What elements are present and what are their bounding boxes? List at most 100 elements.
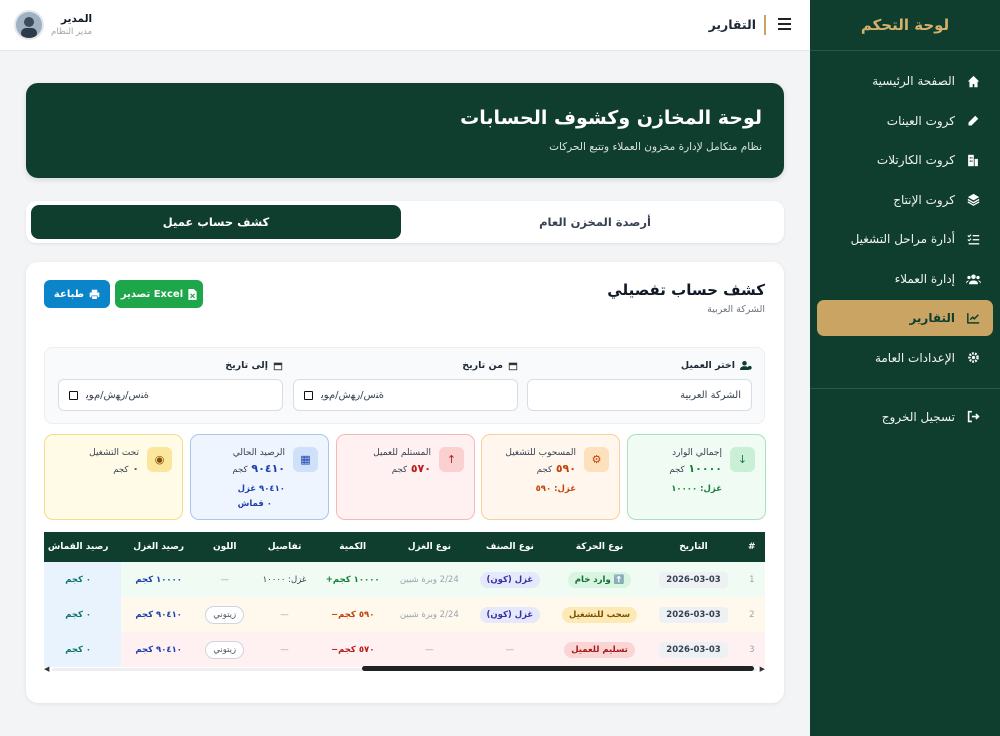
cell-details: — (253, 597, 316, 632)
table-header-row: # التاريخ نوع الحركة نوع الصنف نوع الغزل الكم… (44, 532, 765, 562)
scroll-thumb[interactable] (362, 666, 754, 671)
sidebar-item-0[interactable]: الصفحة الرئيسية (817, 63, 993, 99)
stat-label: المسحوب للتشغيل (505, 448, 576, 458)
gears-icon: ⚙ (584, 447, 609, 472)
cell-quantity: ١٠٠٠٠ كجم+ (315, 562, 390, 597)
stat-label: الرصيد الحالي (232, 448, 285, 458)
column-header[interactable]: نوع الغزل (389, 532, 470, 562)
scroll-right-icon[interactable]: ▶ (760, 665, 765, 673)
table-row[interactable]: 1 2026-03-03 ⬆️ وارد خام غزل (كون) 2/24 وبرة… (44, 562, 765, 597)
client-select-value: الشركة العربية (680, 389, 741, 401)
client-filter-label: اختر العميل (681, 360, 752, 371)
statement-table-wrap: # التاريخ نوع الحركة نوع الصنف نوع الغزل الكم… (44, 532, 765, 670)
hero-title: لوحة المخازن وكشوف الحسابات (460, 107, 762, 129)
report-tabs: كشف حساب عميل أرصدة المخزن العام (26, 201, 784, 243)
calendar-icon (273, 362, 283, 370)
stat-value: ١٠٠٠٠ كجم (669, 462, 722, 475)
table-row[interactable]: 3 2026-03-03 تسليم للعميل — —٥٧٠ كجم− — زيتوني… (44, 632, 765, 667)
scroll-left-icon[interactable]: ◀ (44, 665, 49, 673)
calendar-picker-icon[interactable] (304, 390, 313, 400)
menu-toggle-button[interactable] (778, 16, 792, 32)
stat-label: المستلم للعميل (373, 448, 431, 458)
cell-movement: سحب للتشغيل (550, 597, 649, 632)
column-header[interactable]: # (738, 532, 765, 562)
stat-card-3: ▦ الرصيد الحالي ٩٠٤١٠ كجم ٩٠٤١٠ غزل ٠ قماش (190, 434, 329, 520)
logout-label: تسجيل الخروج (881, 409, 955, 424)
hamburger-icon (778, 18, 791, 30)
cell-quantity: ٥٩٠ كجم− (315, 597, 390, 632)
cell-yarn-type: — (389, 632, 470, 667)
stat-label: إجمالي الوارد (672, 448, 722, 458)
sidebar-item-label: التقارير (909, 311, 955, 325)
table-horizontal-scrollbar[interactable]: ◀ ▶ (44, 665, 765, 673)
stat-value: ٥٩٠ كجم (536, 462, 576, 475)
cell-quantity: ٥٧٠ كجم− (315, 632, 390, 667)
to-date-label: إلى تاريخ (225, 360, 283, 371)
sidebar-item-7[interactable]: الإعدادات العامة (817, 340, 993, 376)
sidebar-item-5[interactable]: إدارة العملاء (817, 261, 993, 297)
stat-card-2: ↑ المستلم للعميل ٥٧٠ كجم (336, 434, 475, 520)
chart-line-icon (965, 310, 981, 326)
hero-subtitle: نظام متكامل لإدارة مخزون العملاء وتتبع ا… (549, 141, 762, 153)
column-header[interactable]: التاريخ (648, 532, 739, 562)
statement-client: الشركة العربية (707, 304, 765, 315)
sidebar-item-label: أدارة مراحل التشغيل (850, 232, 955, 246)
to-date-input[interactable]: ﺓﻨﺱ/ﺭﻬﺵ/ﻡﻮﻳ (58, 379, 283, 411)
layers-icon (965, 192, 981, 208)
calendar-picker-icon[interactable] (69, 390, 78, 400)
page-title: التقارير (708, 17, 756, 32)
column-header[interactable]: رصيد القماش (44, 532, 122, 562)
cell-date: 2026-03-03 (648, 632, 739, 667)
tab-warehouse-balances[interactable]: أرصدة المخزن العام (410, 205, 780, 239)
arrow-up-icon: ↑ (439, 447, 464, 472)
sidebar-item-4[interactable]: أدارة مراحل التشغيل (817, 221, 993, 257)
sidebar-item-label: إدارة العملاء (894, 271, 955, 286)
stat-card-0: ↓ إجمالي الوارد ١٠٠٠٠ كجم غزل: ١٠٠٠٠ (627, 434, 766, 520)
cell-yarn-balance: ٩٠٤١٠ كجم (121, 632, 197, 667)
column-header[interactable]: الكمية (315, 532, 390, 562)
column-header[interactable]: تفاصيل (253, 532, 316, 562)
cell-item-type: — (469, 632, 551, 667)
sidebar-item-label: كروت الإنتاج (893, 192, 955, 207)
column-header[interactable]: اللون (196, 532, 254, 562)
client-select[interactable]: الشركة العربية (527, 379, 752, 411)
sidebar-item-1[interactable]: كروت العينات (817, 103, 993, 139)
cell-item-type: غزل (كون) (469, 562, 551, 597)
column-header[interactable]: رصيد الغزل (121, 532, 197, 562)
table-row[interactable]: 2 2026-03-03 سحب للتشغيل غزل (كون) 2/24 وبرة… (44, 597, 765, 632)
column-header[interactable]: نوع الصنف (469, 532, 551, 562)
cell-yarn-type: 2/24 وبرة شبين (389, 562, 470, 597)
cell-yarn-balance: ١٠٠٠٠ كجم (121, 562, 197, 597)
filters-panel: اختر العميل الشركة العربية من تاريخ ﺓﻨﺱ/… (44, 347, 765, 424)
sidebar-divider (810, 387, 1000, 389)
cell-details: — (253, 632, 316, 667)
to-date-placeholder: ﺓﻨﺱ/ﺭﻬﺵ/ﻡﻮﻳ (86, 389, 149, 401)
user-gear-icon (740, 361, 752, 370)
gear-icon (965, 350, 981, 366)
logout-icon (965, 409, 981, 425)
stat-card-1: ⚙ المسحوب للتشغيل ٥٩٠ كجم غزل: ٥٩٠ (481, 434, 620, 520)
cell-date: 2026-03-03 (648, 597, 739, 632)
pen-icon (965, 113, 981, 129)
avatar (14, 10, 44, 40)
user-menu[interactable]: المدير مدير النظام (14, 10, 92, 40)
statement-card: كشف حساب تفصيلي الشركة العربية طباعة تصد… (26, 262, 784, 703)
cell-item-type: غزل (كون) (469, 597, 551, 632)
cell-color: زيتوني (196, 597, 254, 632)
stat-extra-list: غزل: ١٠٠٠٠ (671, 482, 722, 497)
sidebar-item-6[interactable]: التقارير (817, 300, 993, 336)
cell-movement: تسليم للعميل (550, 632, 649, 667)
topbar: التقارير المدير مدير النظام (0, 0, 810, 51)
logout-button[interactable]: تسجيل الخروج (817, 399, 993, 435)
from-date-input[interactable]: ﺓﻨﺱ/ﺭﻬﺵ/ﻡﻮﻳ (293, 379, 518, 411)
cell-color: زيتوني (196, 632, 254, 667)
tab-client-statement[interactable]: كشف حساب عميل (31, 205, 401, 239)
topbar-separator (764, 15, 766, 35)
print-button[interactable]: طباعة (44, 280, 110, 308)
sidebar-item-3[interactable]: كروت الإنتاج (817, 182, 993, 218)
building-icon (965, 152, 981, 168)
sidebar-item-2[interactable]: كروت الكارتلات (817, 142, 993, 178)
column-header[interactable]: نوع الحركة (550, 532, 649, 562)
export-excel-button[interactable]: تصدير Excel (115, 280, 203, 308)
file-excel-icon (188, 288, 197, 300)
